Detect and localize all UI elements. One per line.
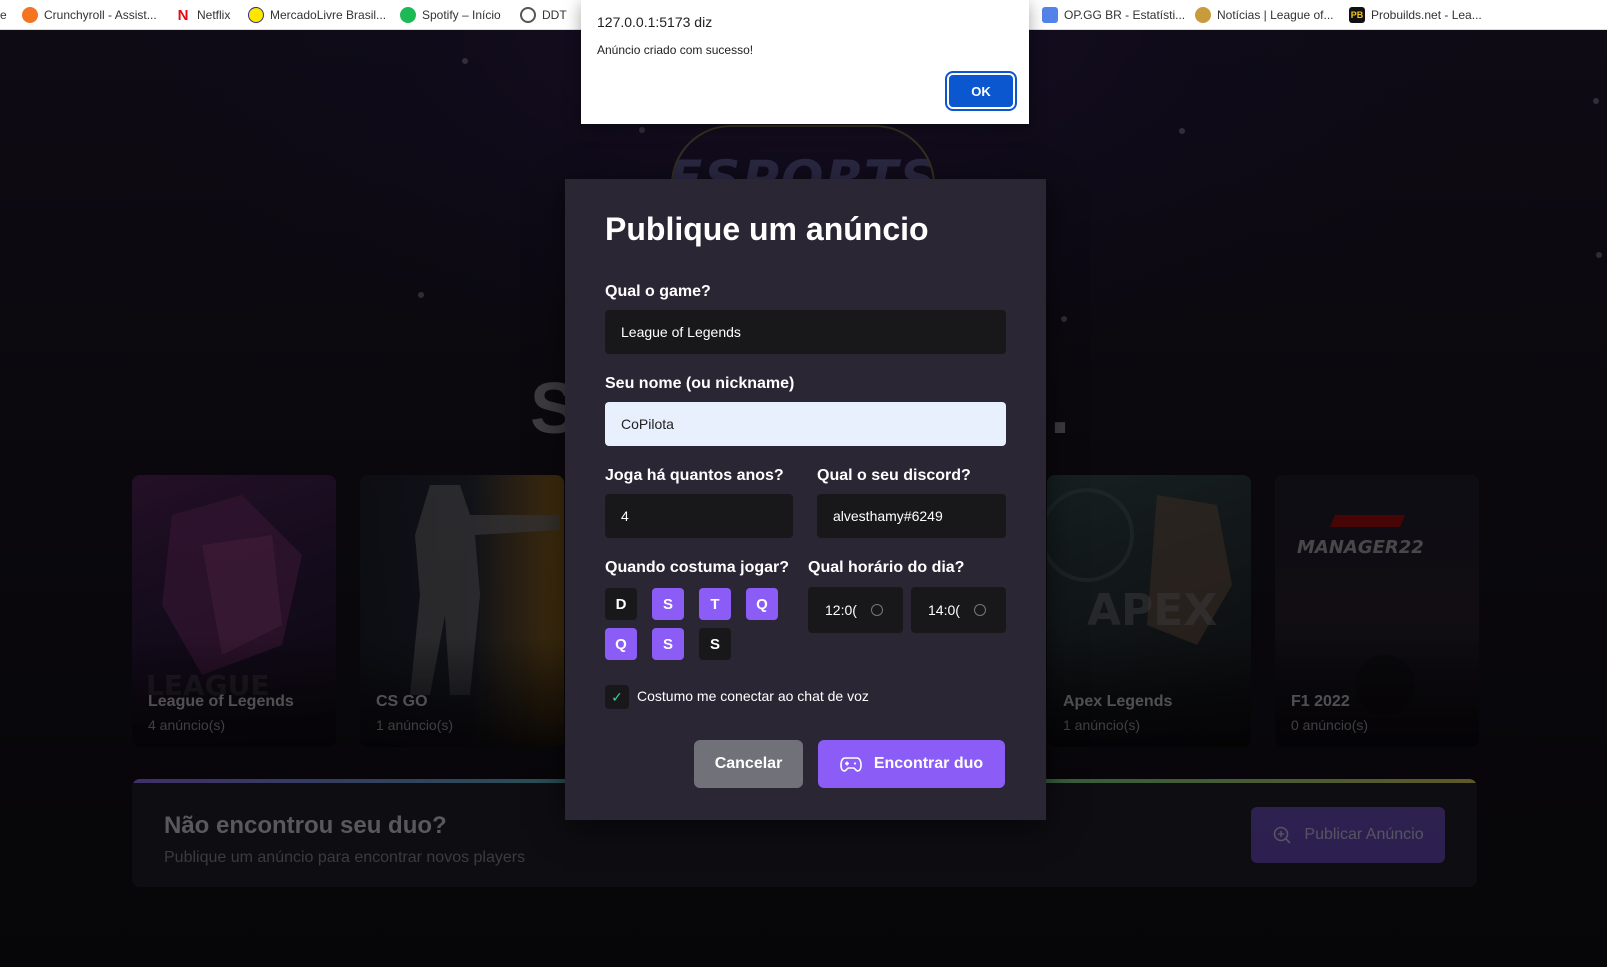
discord-label: Qual o seu discord? <box>817 467 971 484</box>
hour-end-value: 14:0( <box>928 602 960 618</box>
bookmark-opgg[interactable]: OP.GG BR - Estatísti... <box>1042 0 1186 29</box>
voice-chat-label: Costumo me conectar ao chat de voz <box>637 688 869 704</box>
bookmark-ddt[interactable]: DDT <box>520 0 567 29</box>
league-icon <box>1195 7 1211 23</box>
bookmark-partial[interactable]: e <box>0 0 7 29</box>
game-select-value: League of Legends <box>621 324 741 340</box>
globe-icon <box>520 7 536 23</box>
modal-title: Publique um anúncio <box>605 211 929 247</box>
spotify-icon <box>400 7 416 23</box>
hour-end-input[interactable]: 14:0( <box>911 587 1006 633</box>
name-input-value: CoPilota <box>621 416 674 432</box>
check-icon: ✓ <box>611 688 623 705</box>
bookmark-label: DDT <box>542 8 567 22</box>
day-toggle-friday[interactable]: S <box>652 628 684 660</box>
create-ad-modal: Publique um anúncio Qual o game? League … <box>565 179 1046 820</box>
game-select[interactable]: League of Legends <box>605 310 1006 354</box>
opgg-icon <box>1042 7 1058 23</box>
name-input[interactable]: CoPilota <box>605 402 1006 446</box>
bookmark-label: Spotify – Início <box>422 8 501 22</box>
find-duo-button[interactable]: Encontrar duo <box>818 740 1005 788</box>
cancel-button[interactable]: Cancelar <box>694 740 803 788</box>
crunchyroll-icon <box>22 7 38 23</box>
day-toggle-saturday[interactable]: S <box>699 628 731 660</box>
bookmark-crunchyroll[interactable]: Crunchyroll - Assist... <box>22 0 157 29</box>
hours-label: Qual horário do dia? <box>808 559 965 576</box>
netflix-icon: N <box>177 6 189 24</box>
discord-input-value: alvesthamy#6249 <box>833 508 943 524</box>
days-label: Quando costuma jogar? <box>605 559 790 576</box>
alert-title: 127.0.0.1:5173 diz <box>597 14 713 30</box>
bookmark-label: OP.GG BR - Estatísti... <box>1064 8 1186 22</box>
bookmark-spotify[interactable]: Spotify – Início <box>400 0 501 29</box>
years-label: Joga há quantos anos? <box>605 467 784 484</box>
clock-icon <box>973 604 986 616</box>
day-toggle-wednesday[interactable]: Q <box>746 588 778 620</box>
browser-alert-dialog: 127.0.0.1:5173 diz Anúncio criado com su… <box>581 0 1029 124</box>
bookmark-label: Netflix <box>197 8 231 22</box>
bookmark-netflix[interactable]: N Netflix <box>175 0 231 29</box>
day-toggle-thursday[interactable]: Q <box>605 628 637 660</box>
years-input[interactable]: 4 <box>605 494 793 538</box>
bookmark-label: Notícias | League of... <box>1217 8 1334 22</box>
hour-start-input[interactable]: 12:0( <box>808 587 903 633</box>
discord-input[interactable]: alvesthamy#6249 <box>817 494 1006 538</box>
probuilds-icon: PB <box>1349 7 1365 23</box>
hour-start-value: 12:0( <box>825 602 857 618</box>
alert-message: Anúncio criado com sucesso! <box>597 43 754 57</box>
clock-icon <box>870 604 883 616</box>
bookmark-probuilds[interactable]: PB Probuilds.net - Lea... <box>1349 0 1482 29</box>
bookmark-label: Probuilds.net - Lea... <box>1371 8 1482 22</box>
day-toggle-monday[interactable]: S <box>652 588 684 620</box>
name-label: Seu nome (ou nickname) <box>605 375 795 392</box>
find-duo-label: Encontrar duo <box>873 755 984 772</box>
day-toggle-tuesday[interactable]: T <box>699 588 731 620</box>
alert-ok-button[interactable]: OK <box>945 71 1017 111</box>
years-input-value: 4 <box>621 508 629 524</box>
bookmark-label: e <box>0 8 7 22</box>
voice-chat-checkbox[interactable]: ✓ <box>605 685 629 709</box>
gamepad-icon <box>840 757 862 772</box>
bookmark-league-news[interactable]: Notícias | League of... <box>1195 0 1334 29</box>
bookmark-mercadolivre[interactable]: MercadoLivre Brasil... <box>248 0 387 29</box>
bookmark-label: Crunchyroll - Assist... <box>44 8 157 22</box>
game-label: Qual o game? <box>605 283 711 300</box>
bookmark-label: MercadoLivre Brasil... <box>270 8 387 22</box>
mercadolivre-icon <box>248 7 264 23</box>
day-toggle-sunday[interactable]: D <box>605 588 637 620</box>
